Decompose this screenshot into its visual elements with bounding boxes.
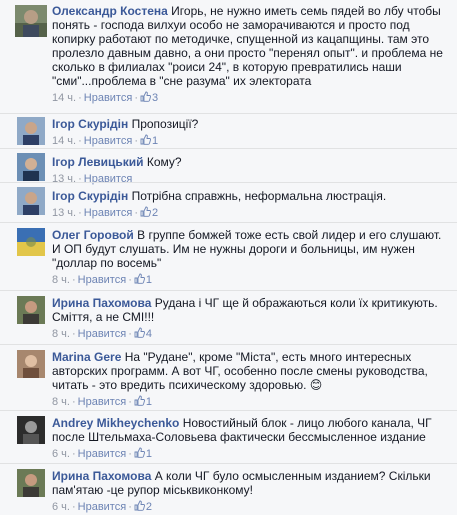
comment-author[interactable]: Ігор Скурідін	[52, 117, 128, 131]
comment-time[interactable]: 13 ч.	[52, 207, 76, 219]
thumbs-up-icon	[134, 395, 145, 406]
like-button[interactable]: Нравится	[84, 207, 133, 219]
comment-author[interactable]: Ирина Пахомова	[52, 296, 151, 310]
avatar[interactable]	[17, 228, 45, 256]
comment-item: Andrey Mikheychenko Новостийный блок - л…	[0, 410, 457, 463]
like-button[interactable]: Нравится	[78, 501, 127, 513]
avatar[interactable]	[15, 5, 47, 37]
comment-time[interactable]: 8 ч.	[52, 328, 70, 340]
comment-item: Ігор Левицький Кому? 13 ч. · Нравится	[0, 148, 457, 185]
avatar[interactable]	[17, 350, 45, 378]
comment-item: Олег Горовой В группе бомжей тоже есть с…	[0, 222, 457, 290]
comment-feed: Олександр Костена Игорь, не нужно иметь …	[0, 0, 457, 514]
comment-time[interactable]: 8 ч.	[52, 274, 70, 286]
comment-meta: 6 ч. · Нравится · 1	[52, 447, 152, 460]
comment-text: Кому?	[146, 155, 182, 169]
comment-author[interactable]: Ирина Пахомова	[52, 469, 151, 483]
avatar[interactable]	[17, 117, 45, 145]
thumbs-up-icon	[134, 273, 145, 284]
thumbs-up-icon	[140, 206, 151, 217]
like-button[interactable]: Нравится	[78, 448, 127, 460]
comment-item: Ігор Скурідін Потрібна справжнь, неформа…	[0, 182, 457, 222]
comment-meta: 8 ч. · Нравится · 1	[52, 395, 152, 408]
comment-meta: 14 ч. · Нравится · 3	[52, 91, 159, 104]
thumbs-up-icon	[134, 447, 145, 458]
comment-time[interactable]: 6 ч.	[52, 501, 70, 513]
comment-text: Пропозиції?	[131, 117, 199, 131]
comment-author[interactable]: Олександр Костена	[52, 4, 168, 18]
like-button[interactable]: Нравится	[78, 328, 127, 340]
comment-text: Потрібна справжнь, неформальна люстрація…	[131, 189, 387, 203]
comment-time[interactable]: 14 ч.	[52, 135, 76, 147]
comment-author[interactable]: Олег Горовой	[52, 228, 134, 242]
like-count[interactable]: 4	[146, 328, 152, 340]
comment-time[interactable]: 14 ч.	[52, 92, 76, 104]
like-count[interactable]: 1	[146, 448, 152, 460]
avatar[interactable]	[17, 296, 45, 324]
like-count[interactable]: 1	[146, 396, 152, 408]
avatar[interactable]	[17, 416, 45, 444]
like-button[interactable]: Нравится	[78, 274, 127, 286]
thumbs-up-icon	[134, 327, 145, 338]
like-count[interactable]: 1	[146, 274, 152, 286]
like-button[interactable]: Нравится	[84, 92, 133, 104]
thumbs-up-icon	[140, 134, 151, 145]
like-count[interactable]: 2	[146, 501, 152, 513]
smile-emoji: 😊	[309, 378, 323, 392]
comment-meta: 14 ч. · Нравится · 1	[52, 134, 159, 147]
thumbs-up-icon	[140, 91, 151, 102]
comment-item: Ирина Пахомова А коли ЧГ було осмысленны…	[0, 463, 457, 514]
like-button[interactable]: Нравится	[84, 135, 133, 147]
comment-time[interactable]: 6 ч.	[52, 448, 70, 460]
comment-meta: 8 ч. · Нравится · 1	[52, 273, 152, 286]
avatar[interactable]	[17, 153, 45, 181]
like-count[interactable]: 3	[152, 92, 158, 104]
like-button[interactable]: Нравится	[78, 396, 127, 408]
like-count[interactable]: 1	[152, 135, 158, 147]
avatar[interactable]	[17, 187, 45, 215]
comment-meta: 6 ч. · Нравится · 2	[52, 500, 152, 513]
comment-meta: 8 ч. · Нравится · 4	[52, 327, 152, 340]
comment-author[interactable]: Ігор Скурідін	[52, 189, 128, 203]
comment-item: Marina Gere На "Рудане", кроме "Міста", …	[0, 344, 457, 410]
comment-author[interactable]: Andrey Mikheychenko	[52, 416, 179, 430]
comment-author[interactable]: Ігор Левицький	[52, 155, 144, 169]
comment-item: Ирина Пахомова Рудана і ЧГ ще й ображают…	[0, 290, 457, 344]
comment-time[interactable]: 8 ч.	[52, 396, 70, 408]
like-count[interactable]: 2	[152, 207, 158, 219]
avatar[interactable]	[17, 469, 45, 497]
comment-item: Ігор Скурідін Пропозиції? 14 ч. · Нравится…	[0, 113, 457, 148]
comment-author[interactable]: Marina Gere	[52, 350, 121, 364]
thumbs-up-icon	[134, 500, 145, 511]
comment-item: Олександр Костена Игорь, не нужно иметь …	[0, 0, 457, 113]
comment-meta: 13 ч. · Нравится · 2	[52, 206, 159, 219]
